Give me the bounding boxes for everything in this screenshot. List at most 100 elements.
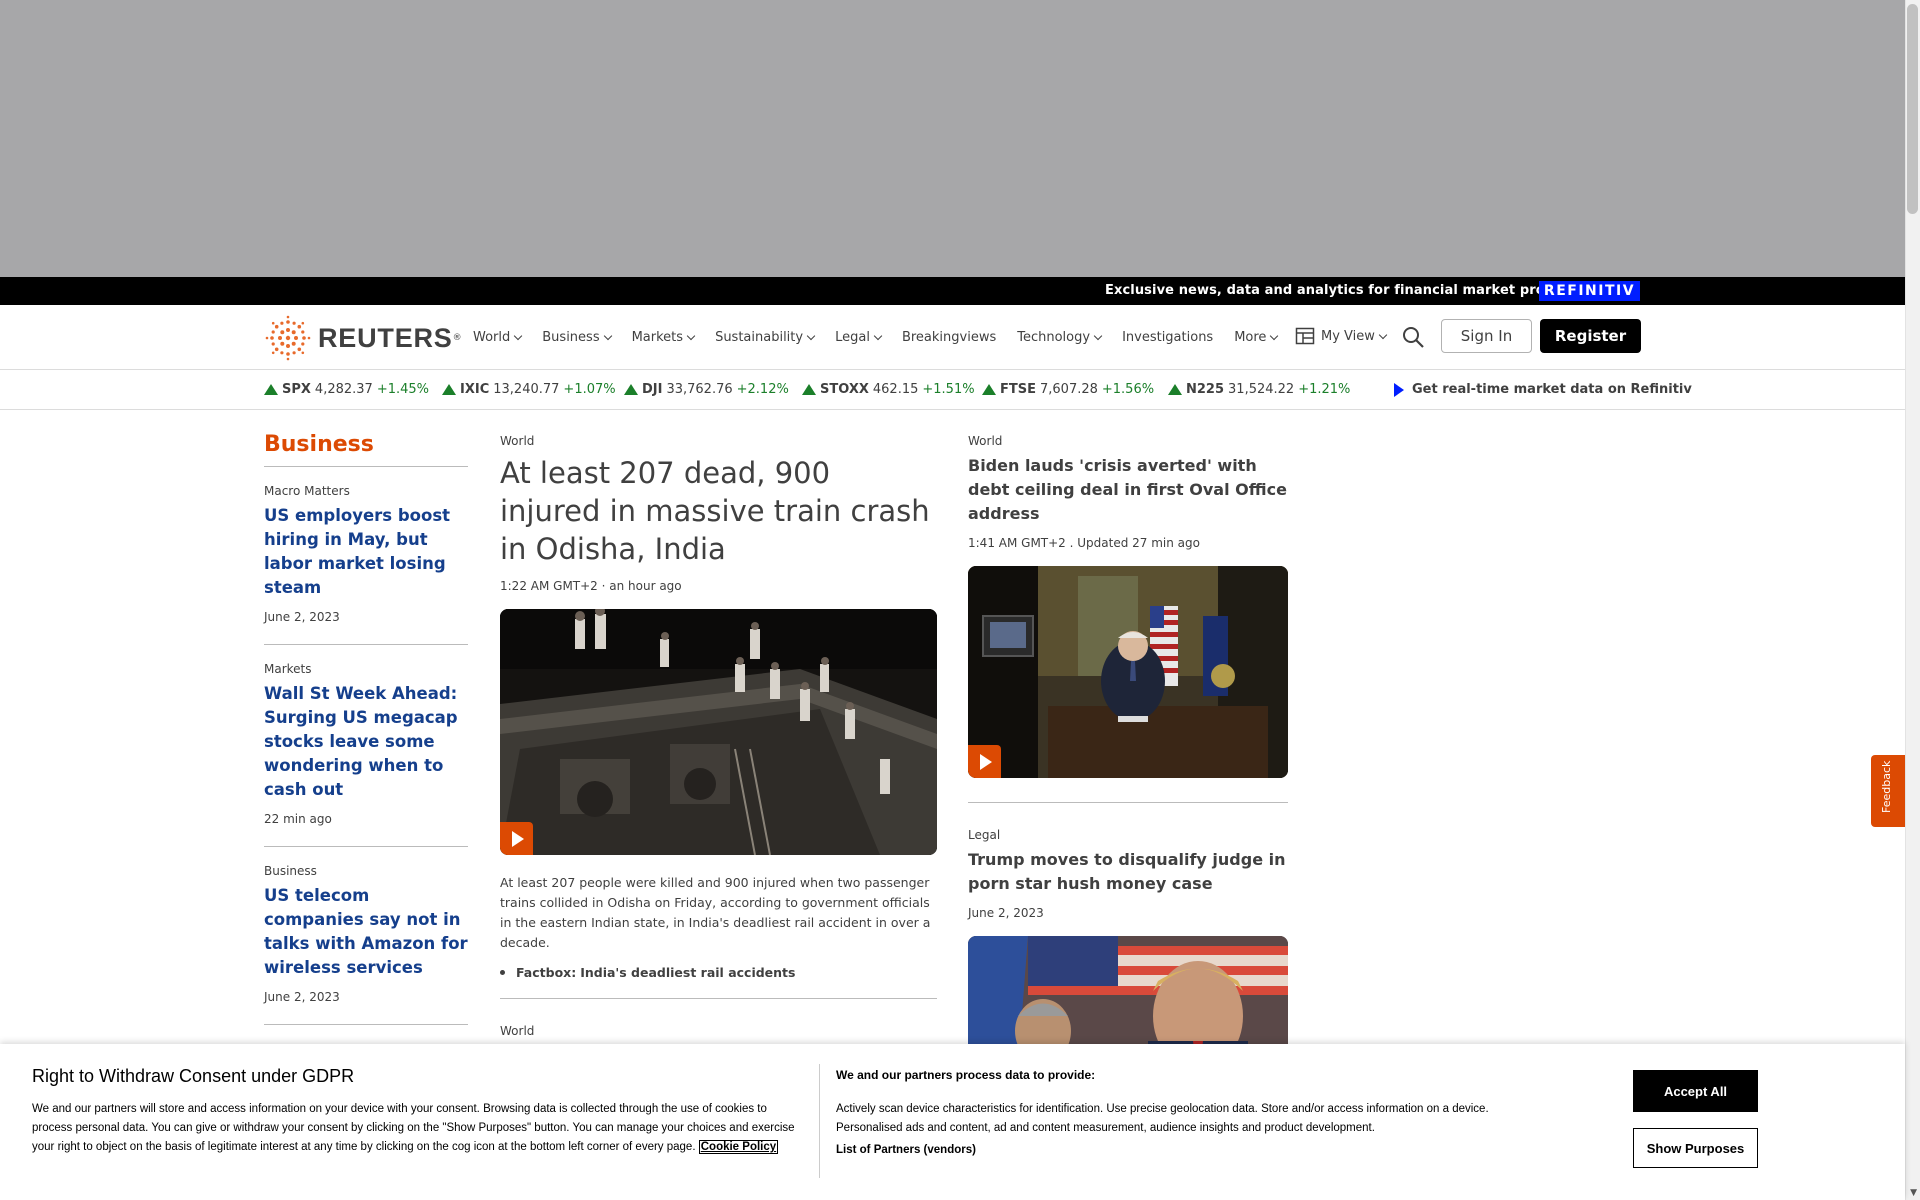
ticker-symbol: FTSE (1000, 382, 1036, 397)
gdpr-consent-banner: Right to Withdraw Consent under GDPR We … (0, 1044, 1905, 1200)
story-time: June 2, 2023 (264, 610, 340, 624)
scrollbar-thumb[interactable] (1907, 4, 1918, 214)
nav-item-breakingviews[interactable]: Breakingviews (902, 330, 996, 345)
nav-item-more[interactable]: More (1234, 330, 1279, 345)
story-time: 22 min ago (264, 812, 332, 826)
gdpr-divider (819, 1064, 820, 1178)
divider (968, 802, 1288, 803)
ad-placeholder (0, 0, 1905, 277)
nav-item-label: Investigations (1122, 330, 1214, 345)
story-time: June 2, 2023 (968, 906, 1044, 920)
main-story: World At least 207 dead, 900 injured in … (500, 434, 937, 1038)
train-crash-video-thumbnail[interactable] (500, 609, 937, 855)
left-story-column: Macro Matters US employers boost hiring … (264, 466, 468, 1025)
page-scrollbar[interactable]: ▼ (1905, 0, 1920, 1200)
chevron-down-icon (873, 331, 883, 341)
biden-oval-office-image (968, 566, 1288, 778)
my-view-icon (1295, 327, 1315, 345)
nav-item-world[interactable]: World (473, 330, 523, 345)
feedback-tab[interactable]: Feedback (1871, 755, 1905, 827)
list-item: Business US telecom companies say not in… (264, 847, 468, 1025)
story-kicker[interactable]: Legal (968, 828, 1288, 842)
my-view-label: My View (1321, 328, 1375, 344)
ticker-symbol: STOXX (820, 382, 869, 397)
ticker-item-ftse[interactable]: FTSE 7,607.28 +1.56% (982, 382, 1154, 397)
ticker-item-spx[interactable]: SPX 4,282.37 +1.45% (264, 382, 429, 397)
chevron-down-icon (1378, 330, 1388, 339)
reuters-logo[interactable]: REUTERS ® (264, 315, 462, 361)
nav-item-markets[interactable]: Markets (632, 330, 696, 345)
main-headline-link[interactable]: At least 207 dead, 900 injured in massiv… (500, 454, 937, 568)
section-title[interactable]: Business (264, 432, 374, 457)
ticker-item-ixic[interactable]: IXIC 13,240.77 +1.07% (442, 382, 616, 397)
story-kicker[interactable]: World (500, 1024, 937, 1038)
realtime-data-link[interactable]: Get real-time market data on Refinitiv (1394, 382, 1692, 397)
nav-item-investigations[interactable]: Investigations (1122, 330, 1213, 345)
nav-item-label: More (1234, 330, 1267, 345)
story-headline-link[interactable]: Trump moves to disqualify judge in porn … (968, 848, 1288, 896)
story-kicker[interactable]: Business (264, 864, 468, 878)
ticker-symbol: IXIC (460, 382, 490, 397)
story-kicker[interactable]: Macro Matters (264, 484, 468, 498)
promo-bar[interactable]: Exclusive news, data and analytics for f… (0, 277, 1905, 305)
ticker-value: 31,524.22 (1228, 382, 1295, 397)
play-video-icon[interactable] (968, 745, 1001, 778)
refinitiv-logo[interactable]: REFINITIV (1539, 281, 1640, 301)
nav-item-label: Legal (835, 330, 870, 345)
nav-item-business[interactable]: Business (542, 330, 612, 345)
reuters-logo-mark-icon (265, 315, 311, 361)
gdpr-title: Right to Withdraw Consent under GDPR (32, 1066, 355, 1086)
ticker-item-dji[interactable]: DJI 33,762.76 +2.12% (624, 382, 789, 397)
nav-item-technology[interactable]: Technology (1017, 330, 1103, 345)
bullet-icon (500, 970, 505, 975)
story-kicker[interactable]: World (968, 434, 1288, 448)
registered-mark: ® (452, 333, 462, 343)
chevron-down-icon (514, 331, 523, 341)
up-arrow-icon (802, 384, 816, 395)
chevron-down-icon (686, 331, 696, 341)
nav-item-sustainability[interactable]: Sustainability (715, 330, 816, 345)
my-view-menu[interactable]: My View (1295, 326, 1388, 346)
up-arrow-icon (442, 384, 456, 395)
up-arrow-icon (624, 384, 638, 395)
story-headline-link[interactable]: Biden lauds 'crisis averted' with debt c… (968, 454, 1288, 526)
gdpr-body-text: We and our partners will store and acces… (32, 1103, 795, 1153)
gdpr-purposes-body: Actively scan device characteristics for… (836, 1103, 1489, 1134)
ticker-change: +1.56% (1101, 382, 1155, 397)
story-time: 1:22 AM GMT+2 · an hour ago (500, 579, 682, 593)
story-headline-link[interactable]: US telecom companies say not in talks wi… (264, 884, 468, 980)
ticker-value: 462.15 (872, 382, 919, 397)
factbox-link[interactable]: Factbox: India's deadliest rail accident… (500, 965, 937, 980)
chevron-down-icon (1093, 331, 1103, 341)
chevron-down-icon (806, 331, 816, 341)
list-item: Macro Matters US employers boost hiring … (264, 467, 468, 645)
play-video-icon[interactable] (500, 822, 533, 855)
ticker-item-n225[interactable]: N225 31,524.22 +1.21% (1168, 382, 1350, 397)
search-icon[interactable] (1401, 325, 1425, 349)
ticker-item-stoxx[interactable]: STOXX 462.15 +1.51% (802, 382, 975, 397)
show-purposes-button[interactable]: Show Purposes (1633, 1128, 1758, 1168)
story-headline-link[interactable]: Wall St Week Ahead: Surging US megacap s… (264, 682, 468, 802)
register-button[interactable]: Register (1540, 319, 1641, 353)
chevron-down-icon (1270, 331, 1279, 341)
nav-item-label: Sustainability (715, 330, 804, 345)
ticker-value: 13,240.77 (493, 382, 560, 397)
play-arrow-icon (1394, 382, 1404, 397)
biden-video-thumbnail[interactable] (968, 566, 1288, 778)
ticker-change: +1.21% (1298, 382, 1351, 397)
cookie-policy-link[interactable]: Cookie Policy (698, 1140, 779, 1154)
accept-all-button[interactable]: Accept All (1633, 1070, 1758, 1112)
nav-item-legal[interactable]: Legal (835, 330, 883, 345)
train-crash-image (500, 609, 937, 855)
ticker-symbol: SPX (282, 382, 311, 397)
story-kicker[interactable]: Markets (264, 662, 468, 676)
story-time: June 2, 2023 (264, 990, 340, 1004)
story-time: 1:41 AM GMT+2 . Updated 27 min ago (968, 536, 1200, 550)
story-headline-link[interactable]: US employers boost hiring in May, but la… (264, 504, 468, 600)
sign-in-button[interactable]: Sign In (1441, 319, 1532, 353)
story-kicker[interactable]: World (500, 434, 937, 448)
scroll-down-arrow-icon[interactable]: ▼ (1910, 1188, 1917, 1198)
site-header: REUTERS ® World Business Markets Sustaina… (0, 305, 1905, 370)
reuters-wordmark: REUTERS (318, 322, 453, 353)
partners-list-link[interactable]: List of Partners (vendors) (836, 1144, 976, 1156)
